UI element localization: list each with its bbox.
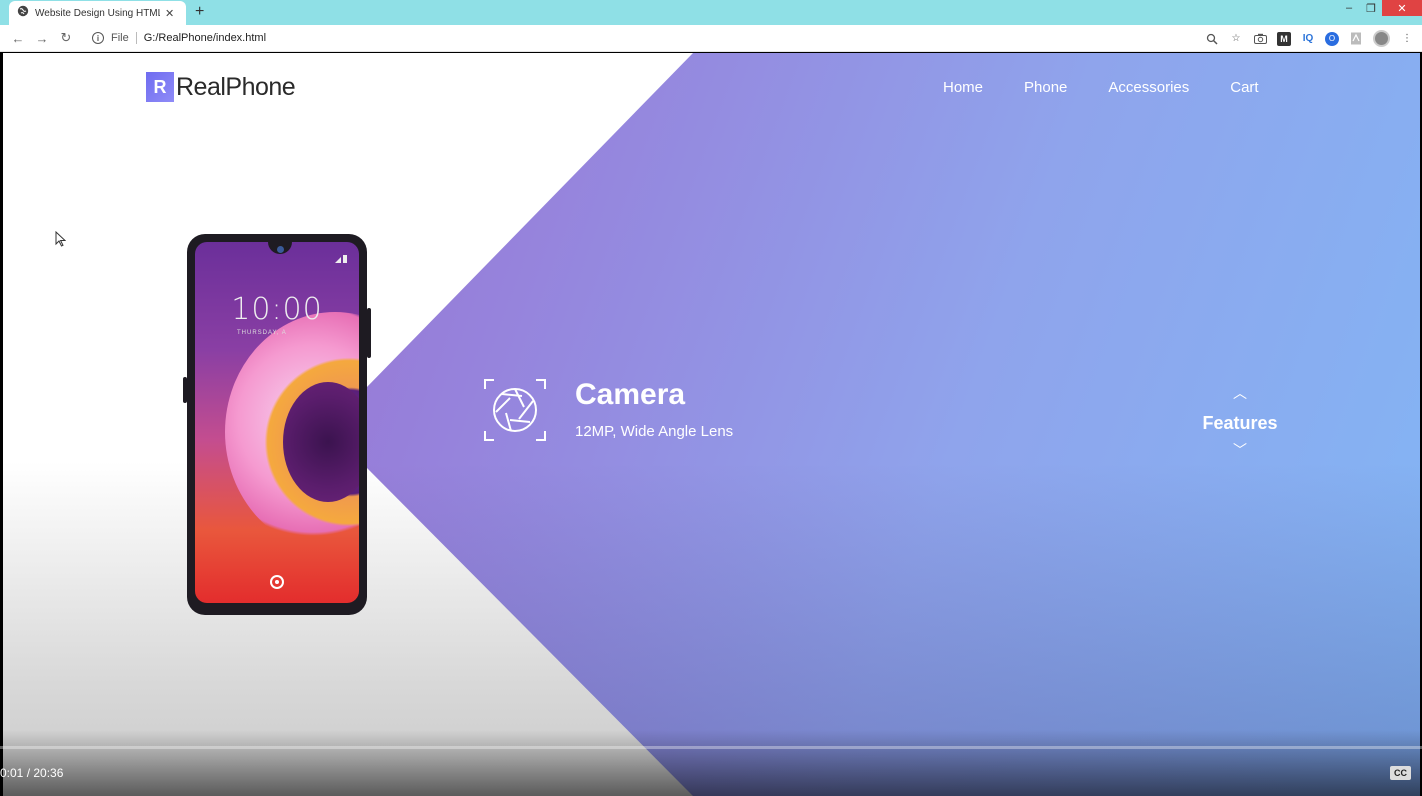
video-progress-bar[interactable]: [0, 746, 1422, 749]
globe-icon: [17, 4, 29, 22]
browser-titlebar: Website Design Using HTML An ✕ + – ❐ ✕: [0, 0, 1422, 25]
menu-dots-icon[interactable]: ⋮: [1400, 32, 1414, 46]
video-time: 0:01 / 20:36: [0, 766, 64, 780]
web-page: R RealPhone Home Phone Accessories Cart …: [3, 53, 1420, 796]
address-bar[interactable]: G:/RealPhone/index.html: [144, 32, 266, 44]
chevron-up-icon[interactable]: ︿: [1198, 383, 1282, 403]
mouse-cursor-icon: [55, 230, 67, 252]
site-nav: Home Phone Accessories Cart: [943, 79, 1300, 96]
phone-date: THURSDAY, A: [237, 330, 287, 336]
phone-image: 10:00 THURSDAY, A: [187, 234, 367, 615]
front-camera: [277, 246, 284, 253]
iq-extension-icon[interactable]: IQ: [1301, 32, 1315, 46]
browser-toolbar: ← → ↻ i File G:/RealPhone/index.html ☆ M…: [0, 25, 1422, 52]
close-window-button[interactable]: ✕: [1382, 0, 1422, 16]
captions-button[interactable]: CC: [1390, 766, 1411, 780]
nav-home[interactable]: Home: [943, 79, 983, 96]
tab-title: Website Design Using HTML An: [35, 7, 160, 19]
phone-side-button: [183, 377, 187, 403]
camera-extension-icon[interactable]: [1253, 32, 1267, 46]
forward-button[interactable]: →: [30, 31, 54, 46]
signal-icon: [335, 254, 349, 265]
url-divider: [135, 32, 137, 44]
profile-avatar[interactable]: [1373, 30, 1390, 47]
feature-title: Camera: [575, 378, 686, 411]
back-button[interactable]: ←: [6, 31, 30, 46]
video-player-controls: [0, 730, 1422, 796]
logo-mark: R: [146, 72, 174, 102]
restore-button[interactable]: ❐: [1360, 0, 1382, 16]
tab-close-icon[interactable]: ✕: [165, 7, 174, 20]
browser-tab[interactable]: Website Design Using HTML An ✕: [9, 1, 186, 25]
new-tab-button[interactable]: +: [195, 3, 204, 21]
nav-cart[interactable]: Cart: [1230, 79, 1258, 96]
reload-button[interactable]: ↻: [54, 30, 78, 46]
chevron-down-icon[interactable]: ﹀: [1198, 440, 1282, 460]
extension-area: ☆ M IQ O ⋮: [1205, 25, 1414, 52]
feature-subtitle: 12MP, Wide Angle Lens: [575, 423, 734, 440]
o-extension-icon[interactable]: O: [1325, 31, 1339, 46]
phone-screen: 10:00 THURSDAY, A: [195, 242, 359, 603]
bookmark-star-icon[interactable]: ☆: [1229, 32, 1243, 46]
phone-clock: 10:00: [231, 292, 323, 327]
pdf-extension-icon[interactable]: [1349, 32, 1363, 46]
features-label: Features: [1202, 413, 1278, 433]
features-navigator: ︿ Features ﹀: [1198, 383, 1282, 460]
phone-home-icon: [270, 575, 284, 589]
url-scheme-label: File: [111, 32, 129, 44]
minimize-button[interactable]: –: [1338, 0, 1360, 16]
nav-phone[interactable]: Phone: [1024, 79, 1067, 96]
nav-accessories[interactable]: Accessories: [1108, 79, 1189, 96]
logo-text: RealPhone: [176, 72, 296, 101]
m-extension-icon[interactable]: M: [1277, 31, 1291, 46]
window-controls: – ❐ ✕: [1338, 0, 1422, 16]
site-logo[interactable]: R RealPhone: [146, 72, 296, 102]
phone-side-button: [367, 308, 371, 358]
zoom-icon[interactable]: [1205, 32, 1219, 46]
camera-aperture-icon: [484, 379, 546, 441]
site-info-icon[interactable]: i: [92, 32, 104, 44]
